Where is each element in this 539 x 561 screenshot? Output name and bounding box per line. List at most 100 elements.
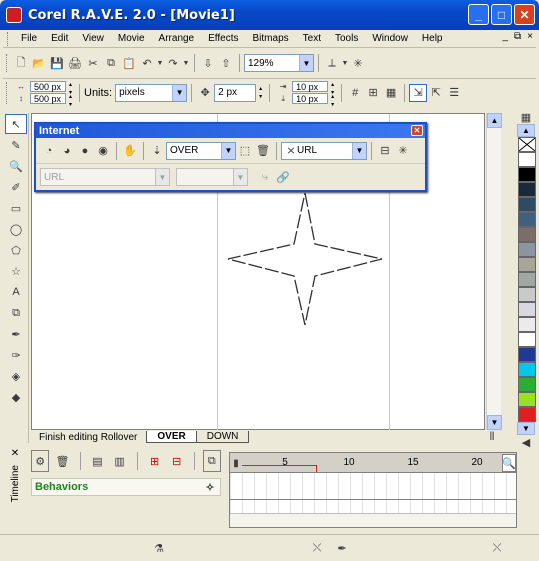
maximize-button[interactable]: □	[491, 4, 512, 25]
delete-state-icon[interactable]: 🗑	[254, 142, 272, 160]
color-swatch[interactable]	[518, 167, 536, 182]
chevron-down-icon[interactable]: ▼	[172, 84, 187, 101]
undo-dropdown-icon[interactable]: ▼	[156, 54, 164, 72]
tab-over[interactable]: OVER	[146, 431, 197, 443]
color-swatch[interactable]	[518, 407, 536, 422]
timeline-settings-icon[interactable]: ⚙	[31, 450, 50, 472]
zoom-combo[interactable]: 129% ▼	[244, 54, 314, 72]
snap-dropdown-icon[interactable]: ▼	[341, 54, 349, 72]
url-combo[interactable]: URL ▼	[40, 168, 170, 186]
menu-bitmaps[interactable]: Bitmaps	[253, 33, 289, 44]
color-swatch[interactable]	[518, 152, 536, 167]
close-button[interactable]: ✕	[514, 4, 535, 25]
units-combo[interactable]: pixels ▼	[115, 83, 188, 102]
rectangle-tool-icon[interactable]: ▭	[5, 198, 27, 218]
behaviors-header[interactable]: Behaviors ✧	[31, 478, 221, 496]
chevron-down-icon[interactable]: ▼	[233, 169, 247, 185]
pointer-mode-icon[interactable]: ⇲	[409, 83, 428, 102]
menu-help[interactable]: Help	[422, 33, 443, 44]
options-icon[interactable]: ✳	[349, 54, 367, 72]
cut-icon[interactable]: ✂	[84, 54, 102, 72]
interactive-tool-icon[interactable]: ⧉	[5, 303, 27, 323]
menu-effects[interactable]: Effects	[208, 33, 238, 44]
nudge-spinner[interactable]: ▴ ▾	[256, 85, 265, 101]
playhead-icon[interactable]: ▮	[232, 455, 240, 471]
polygon-tool-icon[interactable]: ⬠	[5, 240, 27, 260]
vertical-scrollbar[interactable]: ▲ ▼	[486, 113, 502, 430]
menu-file[interactable]: File	[21, 33, 37, 44]
bookmark-icon[interactable]: ⤷	[256, 168, 274, 186]
timeline-frames[interactable]: ▮ 5 10 15 20 🔍	[229, 452, 517, 528]
color-swatch[interactable]	[518, 182, 536, 197]
dup-x-spinner[interactable]: ▴ ▾	[328, 81, 337, 96]
outline-tool-icon[interactable]: ✑	[5, 345, 27, 365]
color-swatch[interactable]	[518, 302, 536, 317]
duplicate-y-field[interactable]: 10 px	[292, 93, 329, 104]
export-icon[interactable]: ⇧	[217, 54, 235, 72]
eyedropper-tool-icon[interactable]: ✒	[5, 324, 27, 344]
palette-down-icon[interactable]: ▼	[517, 422, 535, 435]
rollover-over-icon[interactable]: ◕	[58, 142, 76, 160]
color-swatch[interactable]	[518, 362, 536, 377]
import-icon[interactable]: ⇩	[199, 54, 217, 72]
open-icon[interactable]: 📂	[30, 54, 48, 72]
color-swatch[interactable]	[518, 227, 536, 242]
menu-tools[interactable]: Tools	[335, 33, 358, 44]
color-swatch[interactable]	[518, 287, 536, 302]
dup-y-spinner[interactable]: ▴ ▾	[328, 93, 337, 108]
outline-none-icon[interactable]: ⤬	[308, 539, 326, 557]
color-none-icon[interactable]: ⤬	[488, 539, 506, 557]
layout-icon[interactable]: ▦	[382, 84, 400, 102]
scroll-up-icon[interactable]: ▲	[487, 113, 502, 128]
rollover-down-icon[interactable]: ●	[76, 142, 94, 160]
rollover-normal-icon[interactable]: ◔	[40, 142, 58, 160]
mdi-minimize-button[interactable]: _	[502, 31, 508, 42]
color-swatch[interactable]	[518, 272, 536, 287]
timeline-ruler[interactable]: ▮ 5 10 15 20 🔍	[230, 453, 516, 473]
text-tool-icon[interactable]: A	[5, 282, 27, 302]
behaviors-action-icon[interactable]: ✧	[202, 479, 218, 495]
palette-options-icon[interactable]: ▦	[517, 110, 535, 124]
fill-tool-icon[interactable]: ◈	[5, 366, 27, 386]
chevron-down-icon[interactable]: ▼	[155, 169, 169, 185]
freehand-tool-icon[interactable]: ✐	[5, 177, 27, 197]
grid-icon[interactable]: #	[346, 84, 364, 102]
timeline-close-icon[interactable]: ✕	[11, 448, 19, 459]
panel-close-icon[interactable]: ✕	[411, 125, 423, 136]
menu-edit[interactable]: Edit	[51, 33, 68, 44]
print-icon[interactable]: 🖨	[66, 54, 84, 72]
delete-frame-icon[interactable]: ▥	[111, 450, 129, 472]
target-frame-combo[interactable]: ▼	[176, 168, 248, 186]
minimize-button[interactable]: _	[468, 4, 489, 25]
timeline-docker-tab[interactable]: ✕ Timeline	[4, 448, 26, 538]
pick-tool-icon[interactable]: ↖	[5, 114, 27, 134]
keyframe-add-icon[interactable]: ⊞	[146, 450, 164, 472]
color-swatch[interactable]	[518, 347, 536, 362]
menu-movie[interactable]: Movie	[118, 33, 145, 44]
frame-icon[interactable]: ⊞	[364, 84, 382, 102]
duplicate-state-icon[interactable]: ⬚	[236, 142, 254, 160]
scroll-down-icon[interactable]: ▼	[487, 415, 502, 430]
shape-tool-icon[interactable]: ✎	[5, 135, 27, 155]
width-spinner[interactable]: ▴ ▾	[66, 81, 75, 96]
title-bar[interactable]: Corel R.A.V.E. 2.0 - [Movie1] _ □ ✕	[0, 0, 539, 30]
mdi-close-button[interactable]: ×	[527, 31, 533, 42]
undo-icon[interactable]: ↶	[138, 54, 156, 72]
width-field[interactable]: 500 px	[30, 81, 66, 92]
color-swatch[interactable]	[518, 317, 536, 332]
color-swatch[interactable]	[518, 392, 536, 407]
snap-icon[interactable]: ⟂	[323, 54, 341, 72]
save-icon[interactable]: 💾	[48, 54, 66, 72]
fill-status-icon[interactable]: ⚗	[150, 539, 168, 557]
tab-down[interactable]: DOWN	[195, 431, 250, 443]
ellipse-tool-icon[interactable]: ◯	[5, 219, 27, 239]
interactive-fill-icon[interactable]: ◆	[5, 387, 27, 407]
mdi-restore-button[interactable]: ⧉	[514, 31, 521, 42]
palette-up-icon[interactable]: ▲	[517, 124, 535, 137]
finish-editing-rollover[interactable]: Finish editing Rollover	[39, 432, 137, 443]
frame-grid[interactable]	[230, 473, 516, 513]
show-all-icon[interactable]: ⧉	[202, 450, 222, 472]
menu-arrange[interactable]: Arrange	[159, 33, 195, 44]
color-swatch[interactable]	[518, 212, 536, 227]
redo-dropdown-icon[interactable]: ▼	[182, 54, 190, 72]
